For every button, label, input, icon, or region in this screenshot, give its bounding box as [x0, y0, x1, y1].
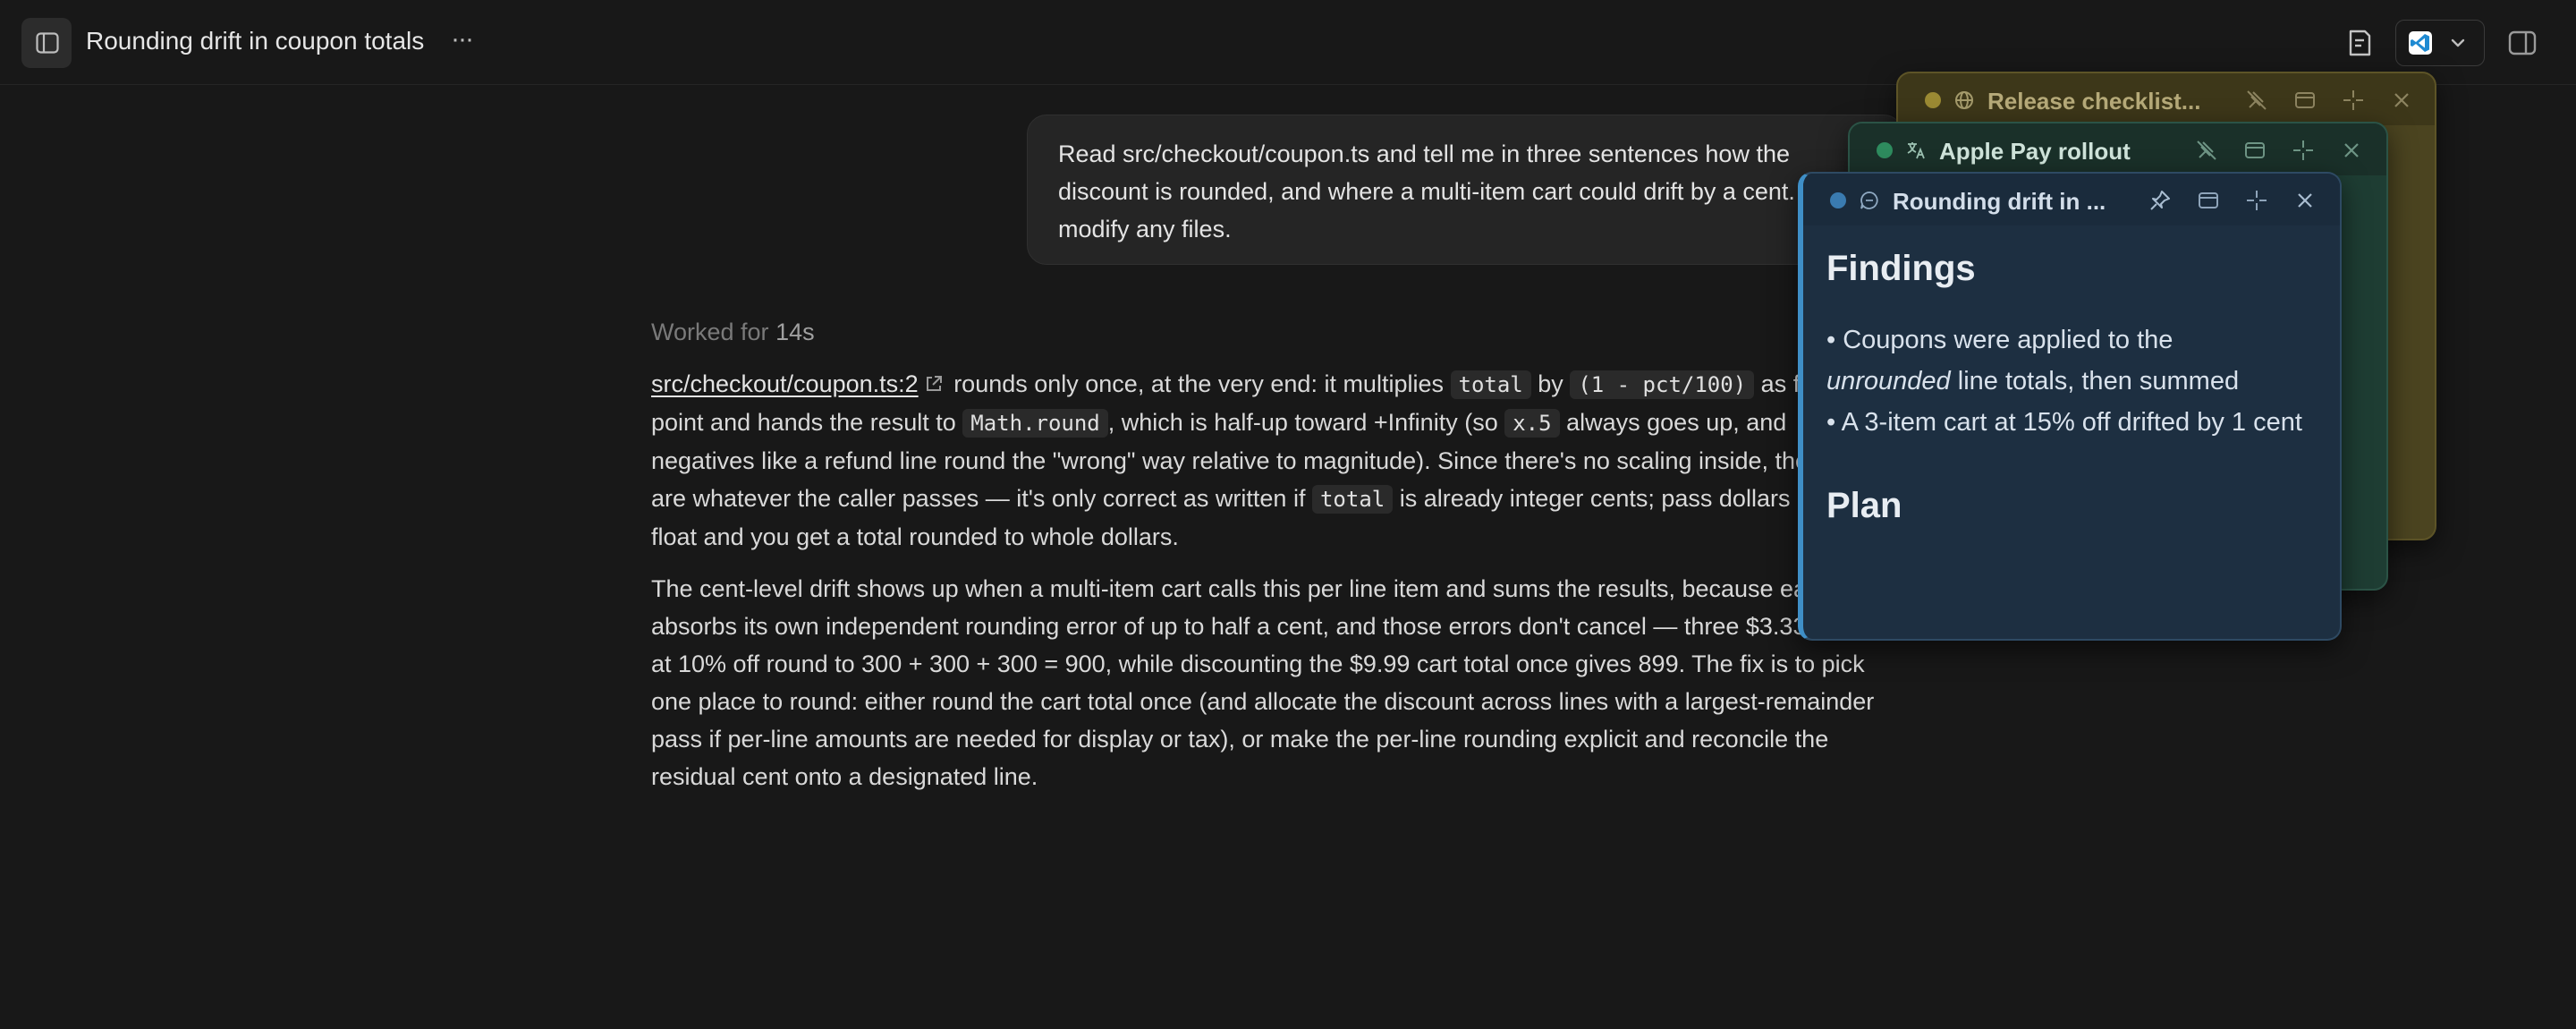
window-title: Apple Pay rollout: [1939, 138, 2131, 165]
reply-text: , which is half-up toward +Infinity (so: [1107, 409, 1498, 436]
worked-prefix: Worked for: [651, 319, 769, 345]
close-icon[interactable]: [2293, 189, 2317, 212]
window-layout-icon[interactable]: [2197, 189, 2220, 212]
conversation-title: Rounding drift in coupon totals: [86, 27, 425, 55]
sidebar-icon: [36, 32, 59, 54]
toggle-sidebar-button[interactable]: [21, 18, 72, 68]
reply-text: is already integer cents; pass dollars a…: [1399, 485, 1843, 512]
reply-text: at 10% off round to 300 + 300 + 300 = 90…: [651, 651, 1865, 677]
user-message-line: discount is rounded, and where a multi-i…: [1058, 178, 1858, 205]
user-message-line: modify any files.: [1058, 216, 1232, 242]
collapse-icon[interactable]: [2292, 139, 2315, 162]
unpin-icon[interactable]: [2245, 89, 2268, 112]
reply-paragraph: src/checkout/coupon.ts:2 rounds only onc…: [651, 365, 1921, 556]
inline-code: total: [1450, 370, 1531, 399]
reply-text: point and hands the result to: [651, 409, 956, 436]
reply-text: residual cent onto a designated line.: [651, 763, 1038, 790]
reply-text: negatives like a refund line round the "…: [651, 447, 1867, 474]
user-message-line: Read src/checkout/coupon.ts and tell me …: [1058, 140, 1790, 167]
status-dot: [1830, 192, 1846, 208]
chat-bubble-icon: [1860, 191, 1878, 209]
unpin-icon[interactable]: [2195, 139, 2218, 162]
pin-icon[interactable]: [2148, 189, 2172, 212]
reply-text: The cent-level drift shows up when a mul…: [651, 575, 1877, 602]
user-message-bubble: Read src/checkout/coupon.ts and tell me …: [1027, 115, 1903, 265]
reply-text: pass if per-line amounts are needed for …: [651, 726, 1829, 753]
finding-text: • Coupons were applied to the: [1826, 326, 2174, 354]
window-header[interactable]: Rounding drift in ...: [1803, 174, 2340, 225]
reply-text: rounds only once, at the very end: it mu…: [953, 370, 1444, 397]
floating-window-rounding-drift[interactable]: Rounding drift in ... Findings • Coupons…: [1798, 172, 2342, 641]
status-dot: [1925, 92, 1941, 108]
inline-code: total: [1311, 485, 1394, 514]
worked-duration: 14s: [775, 319, 815, 345]
assistant-reply: src/checkout/coupon.ts:2 rounds only onc…: [651, 365, 1921, 810]
findings-heading: Findings: [1826, 249, 1976, 288]
window-title: Release checklist...: [1987, 88, 2201, 115]
inline-code: x.5: [1504, 409, 1560, 438]
close-icon[interactable]: [2340, 139, 2363, 162]
collapse-icon[interactable]: [2245, 189, 2268, 212]
vscode-icon: [2409, 31, 2432, 55]
inline-code: Math.round: [962, 409, 1108, 438]
reply-text: by: [1538, 370, 1563, 397]
reply-paragraph: The cent-level drift shows up when a mul…: [651, 570, 1921, 795]
finding-text: line totals, then summed: [1957, 367, 2240, 395]
plan-heading: Plan: [1826, 486, 1902, 525]
finding-emphasis: unrounded: [1826, 367, 1951, 395]
worked-for-label[interactable]: Worked for 14s: [651, 319, 815, 346]
chevron-down-icon: [2451, 38, 2465, 47]
window-header[interactable]: Apple Pay rollout: [1850, 123, 2386, 175]
external-link-icon[interactable]: [924, 374, 944, 394]
reply-text: always goes up, and: [1566, 409, 1787, 436]
reply-text: one place to round: either round the car…: [651, 688, 1875, 715]
finding-item: • A 3-item cart at 15% off drifted by 1 …: [1826, 408, 2302, 437]
translate-icon: [1907, 142, 1925, 159]
status-dot: [1877, 142, 1893, 158]
window-body: Findings • Coupons were applied to the u…: [1826, 249, 2309, 526]
collapse-icon[interactable]: [2342, 89, 2365, 112]
more-options-button[interactable]: ···: [445, 23, 478, 59]
close-icon[interactable]: [2390, 89, 2413, 112]
toggle-right-panel-icon[interactable]: [2506, 27, 2538, 59]
window-layout-icon[interactable]: [2243, 139, 2267, 162]
reply-text: are whatever the caller passes — it's on…: [651, 485, 1306, 512]
window-layout-icon[interactable]: [2293, 89, 2317, 112]
window-title: Rounding drift in ...: [1893, 188, 2106, 215]
reply-text: absorbs its own independent rounding err…: [651, 613, 1871, 640]
globe-icon: [1955, 91, 1973, 109]
window-header[interactable]: Release checklist...: [1898, 73, 2435, 125]
open-in-editor-picker[interactable]: [2395, 20, 2485, 66]
notes-icon[interactable]: [2343, 27, 2376, 59]
inline-code: (1 - pct/100): [1570, 370, 1755, 399]
file-link[interactable]: src/checkout/coupon.ts:2: [651, 370, 919, 397]
reply-text: float and you get a total rounded to who…: [651, 523, 1179, 550]
finding-item: • Coupons were applied to the unrounded …: [1826, 319, 2309, 402]
